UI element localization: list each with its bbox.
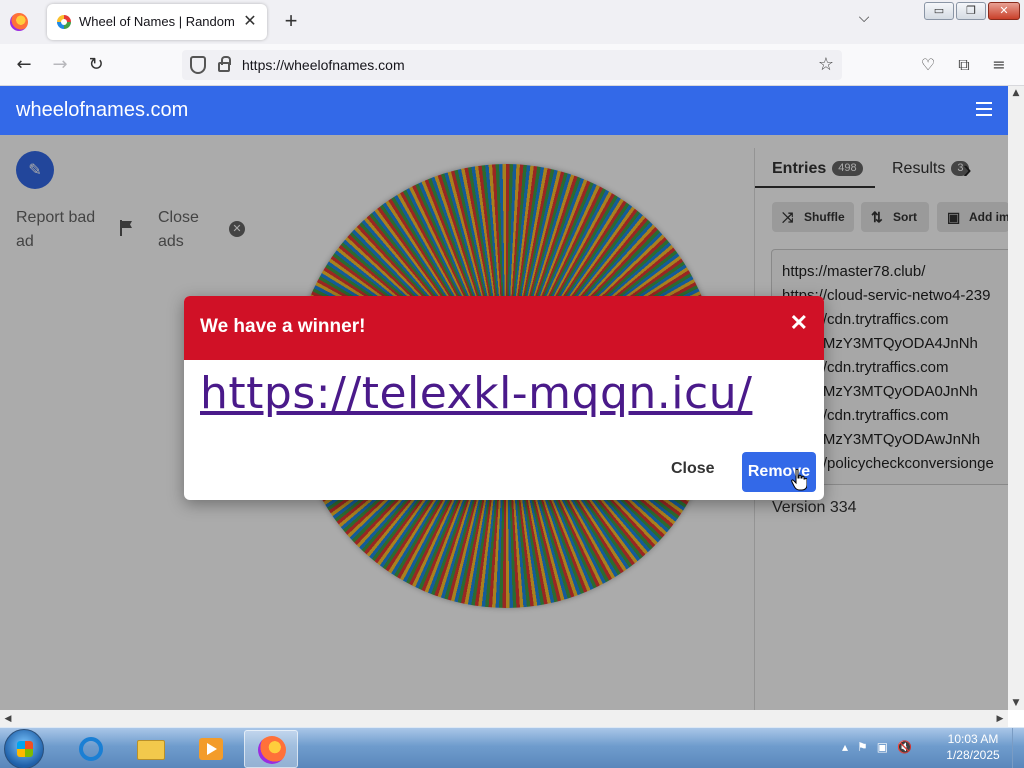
extensions-icon[interactable]: ⧉ xyxy=(953,54,975,76)
taskbar-media-player[interactable] xyxy=(184,730,238,768)
scroll-right-icon[interactable]: ▶ xyxy=(992,712,1008,726)
winner-dialog: We have a winner! ✕ https://telexkl-mqqn… xyxy=(184,296,824,500)
url-bar[interactable]: https://wheelofnames.com ☆ xyxy=(182,50,842,80)
internet-explorer-icon xyxy=(79,737,103,761)
winner-link[interactable]: https://telexkl-mqqn.icu/ xyxy=(200,368,752,419)
page-viewport: wheelofnames.com ✎ Report bad ad Close a… xyxy=(0,86,1008,710)
taskbar-file-explorer[interactable] xyxy=(124,730,178,768)
app-menu-icon[interactable]: ≡ xyxy=(988,54,1010,76)
start-button[interactable] xyxy=(4,729,44,768)
media-player-icon xyxy=(199,738,223,760)
pocket-icon[interactable]: ♡ xyxy=(917,54,939,76)
horizontal-scrollbar[interactable]: ◀ ▶ xyxy=(0,710,1008,727)
window-controls: ▭ ❐ ✕ xyxy=(924,2,1020,20)
system-tray: ▴ ⚑ ▣ 🔇 xyxy=(842,740,912,754)
window-close-button[interactable]: ✕ xyxy=(988,2,1020,20)
tab-title: Wheel of Names | Random name picker xyxy=(79,14,239,29)
vertical-scrollbar[interactable]: ▲ ▼ xyxy=(1008,86,1024,710)
dialog-close-icon[interactable]: ✕ xyxy=(790,310,808,336)
volume-muted-icon[interactable]: 🔇 xyxy=(897,740,912,754)
navigation-toolbar: ← → ↻ https://wheelofnames.com ☆ ♡ ⧉ ≡ xyxy=(0,44,1024,86)
forward-arrow-icon[interactable]: → xyxy=(48,53,72,77)
clock-time[interactable]: 10:03 AM xyxy=(940,732,1006,746)
windows-taskbar: ▴ ⚑ ▣ 🔇 10:03 AM 1/28/2025 xyxy=(0,727,1024,768)
winner-dialog-header: We have a winner! ✕ xyxy=(184,296,824,360)
browser-tab[interactable]: Wheel of Names | Random name picker ✕ xyxy=(47,4,267,40)
back-arrow-icon[interactable]: ← xyxy=(12,53,36,77)
hand-cursor-icon xyxy=(791,469,807,491)
show-hidden-icons-icon[interactable]: ▴ xyxy=(842,740,848,754)
wheel-favicon-icon xyxy=(57,15,71,29)
minimize-button[interactable]: ▭ xyxy=(924,2,954,20)
new-tab-button[interactable]: + xyxy=(280,10,302,32)
site-title[interactable]: wheelofnames.com xyxy=(16,99,188,122)
lock-icon[interactable] xyxy=(218,56,231,72)
taskbar-firefox[interactable] xyxy=(244,730,298,768)
list-all-tabs-icon[interactable]: ⌵ xyxy=(854,10,874,30)
folder-icon xyxy=(137,740,165,760)
network-icon[interactable]: ▣ xyxy=(877,740,888,754)
show-desktop-button[interactable] xyxy=(1012,728,1024,768)
windows-logo-icon xyxy=(17,741,33,757)
scroll-up-icon[interactable]: ▲ xyxy=(1008,86,1024,100)
reload-icon[interactable]: ↻ xyxy=(84,53,108,77)
action-center-flag-icon[interactable]: ⚑ xyxy=(857,740,868,754)
url-text[interactable]: https://wheelofnames.com xyxy=(242,57,405,73)
firefox-icon xyxy=(258,736,286,764)
taskbar-internet-explorer[interactable] xyxy=(64,730,118,768)
close-button[interactable]: Close xyxy=(671,460,715,478)
restore-button[interactable]: ❐ xyxy=(956,2,986,20)
tab-close-icon[interactable]: ✕ xyxy=(241,12,259,30)
bookmark-star-icon[interactable]: ☆ xyxy=(818,54,834,75)
tracking-shield-icon[interactable] xyxy=(190,56,206,74)
site-header: wheelofnames.com xyxy=(0,86,1008,135)
firefox-view-icon[interactable] xyxy=(10,13,28,31)
winner-dialog-title: We have a winner! xyxy=(200,316,366,337)
scroll-left-icon[interactable]: ◀ xyxy=(0,712,16,726)
hamburger-menu-icon[interactable] xyxy=(976,102,992,116)
scroll-down-icon[interactable]: ▼ xyxy=(1008,696,1024,710)
tab-strip: Wheel of Names | Random name picker ✕ + … xyxy=(0,0,1024,44)
clock-date[interactable]: 1/28/2025 xyxy=(940,748,1006,762)
